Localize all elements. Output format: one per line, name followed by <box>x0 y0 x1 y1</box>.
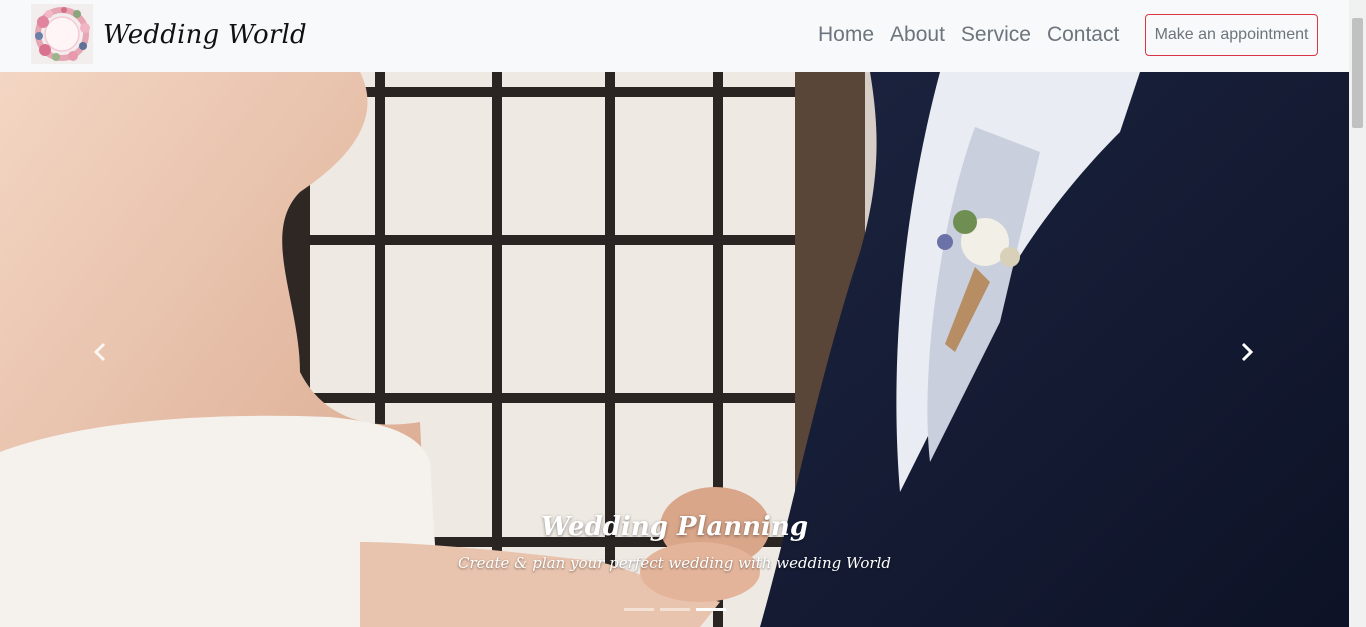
carousel-prev-button[interactable] <box>80 332 120 376</box>
floral-wreath-icon <box>31 4 93 64</box>
hero-carousel: Wedding Planning Create & plan your perf… <box>0 72 1349 627</box>
brand-name: Wedding World <box>103 20 307 50</box>
caption-title: Wedding Planning <box>540 512 809 542</box>
chevron-right-icon <box>1239 342 1255 367</box>
scrollbar-thumb[interactable] <box>1352 18 1363 128</box>
nav-about[interactable]: About <box>882 14 953 56</box>
carousel-caption: Wedding Planning Create & plan your perf… <box>0 512 1349 572</box>
page-scrollbar[interactable] <box>1349 0 1366 627</box>
chevron-left-icon <box>92 342 108 367</box>
nav-links: Home About Service Contact <box>810 14 1127 56</box>
carousel-indicators <box>624 608 726 611</box>
carousel-next-button[interactable] <box>1227 332 1267 376</box>
nav-home[interactable]: Home <box>810 14 882 56</box>
carousel-indicator-2[interactable] <box>660 608 690 611</box>
carousel-indicator-1[interactable] <box>624 608 654 611</box>
brand-link[interactable]: Wedding World <box>31 4 307 64</box>
nav-service[interactable]: Service <box>953 14 1039 56</box>
nav-contact[interactable]: Contact <box>1039 14 1127 56</box>
make-appointment-button[interactable]: Make an appointment <box>1145 14 1318 56</box>
caption-subtitle: Create & plan your perfect wedding with … <box>457 554 891 572</box>
navbar: Wedding World Home About Service Contact… <box>0 0 1349 72</box>
carousel-indicator-3[interactable] <box>696 608 726 611</box>
